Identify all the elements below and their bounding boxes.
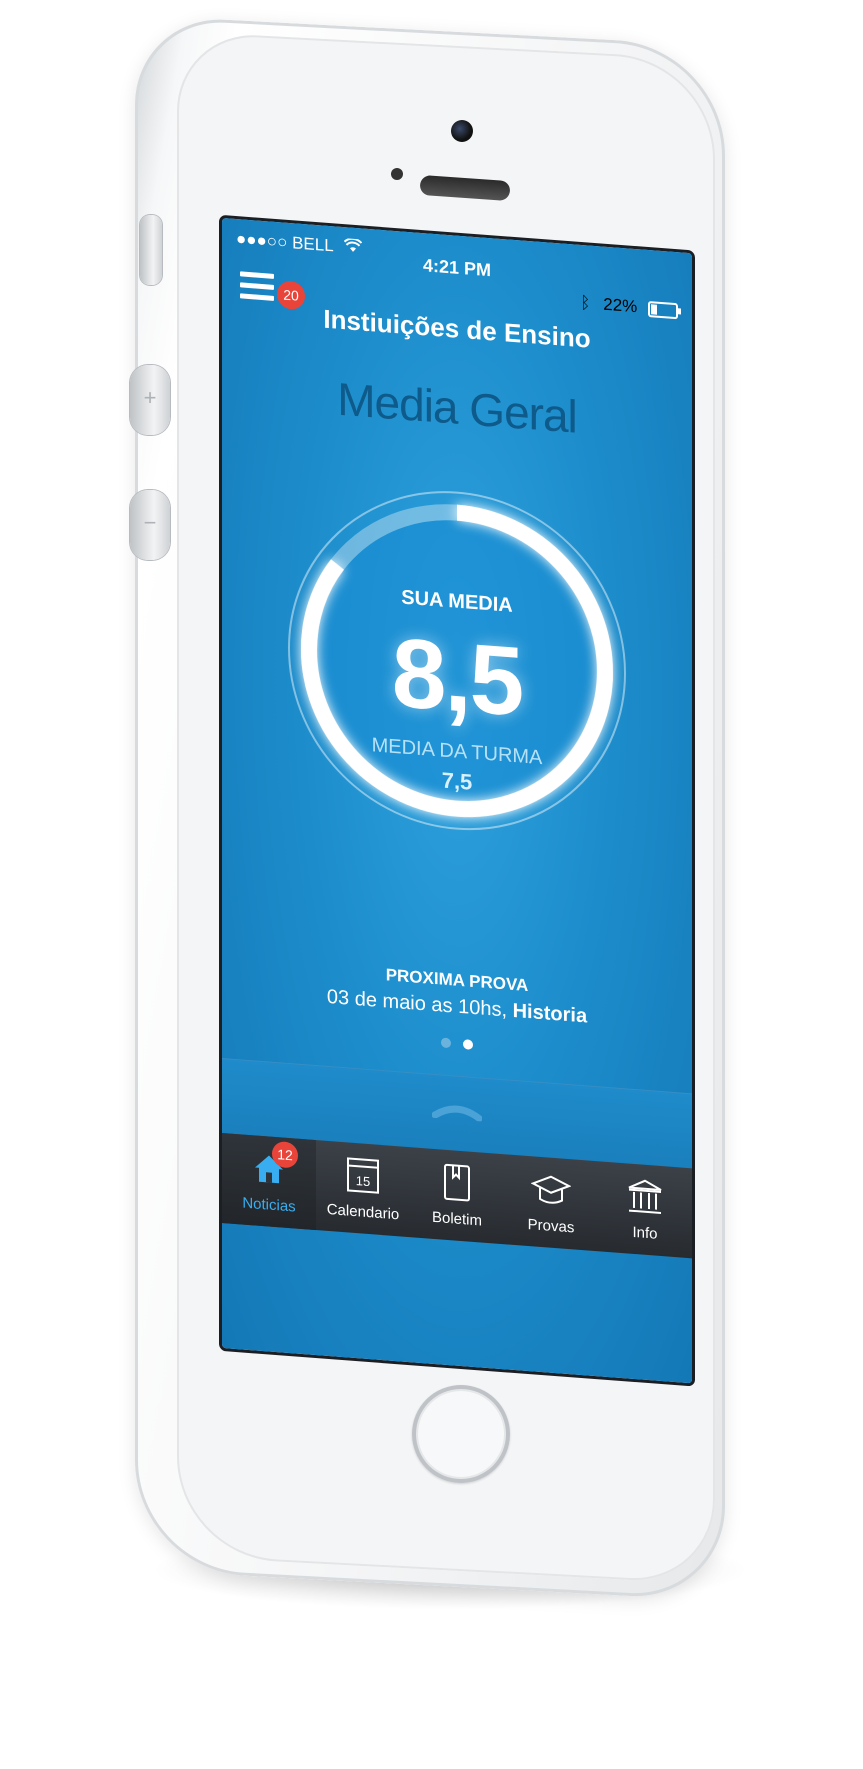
average-gauge: SUA MEDIA 8,5 MEDIA DA TURMA 7,5: [282, 473, 632, 849]
battery-status: ᛒ 22%: [580, 293, 678, 320]
tab-label: Provas: [527, 1215, 575, 1237]
graduation-cap-icon: [504, 1166, 598, 1213]
mute-switch: [140, 215, 162, 285]
device-mockup: + − ●●●○○ BELL 4:21 PM ᛒ 22% 20 Instiuiç…: [0, 0, 863, 1769]
tab-noticias[interactable]: 12 Noticias: [222, 1133, 316, 1231]
battery-percent: 22%: [603, 294, 638, 317]
tab-label: Noticias: [242, 1194, 296, 1216]
calendar-icon: 15: [316, 1152, 410, 1199]
battery-icon: [648, 300, 678, 319]
bluetooth-icon: ᛒ: [580, 292, 591, 313]
front-camera: [451, 120, 473, 142]
next-exam-subject: Historia: [512, 999, 588, 1028]
home-button[interactable]: [412, 1385, 510, 1483]
app-screen: ●●●○○ BELL 4:21 PM ᛒ 22% 20 Instiuições …: [222, 218, 692, 1384]
tab-label: Boletim: [431, 1208, 483, 1230]
book-icon: [410, 1159, 504, 1206]
home-icon: [222, 1145, 316, 1192]
institution-icon: [598, 1173, 692, 1220]
chevron-up-icon[interactable]: [222, 1077, 692, 1144]
section-title: Media Geral: [337, 372, 577, 443]
volume-up-button: +: [130, 365, 170, 435]
tab-label: Info: [632, 1223, 658, 1243]
tab-label: Calendario: [326, 1200, 400, 1224]
tab-provas[interactable]: Provas: [504, 1154, 598, 1251]
page-dot[interactable]: [463, 1039, 473, 1050]
proximity-sensor: [391, 168, 403, 180]
calendar-day: 15: [356, 1173, 370, 1189]
page-dot[interactable]: [441, 1037, 451, 1049]
tab-info[interactable]: Info: [598, 1161, 692, 1258]
tab-boletim[interactable]: Boletim: [410, 1147, 504, 1244]
volume-down-button: −: [130, 490, 170, 560]
tab-calendario[interactable]: 15 Calendario: [316, 1140, 410, 1237]
